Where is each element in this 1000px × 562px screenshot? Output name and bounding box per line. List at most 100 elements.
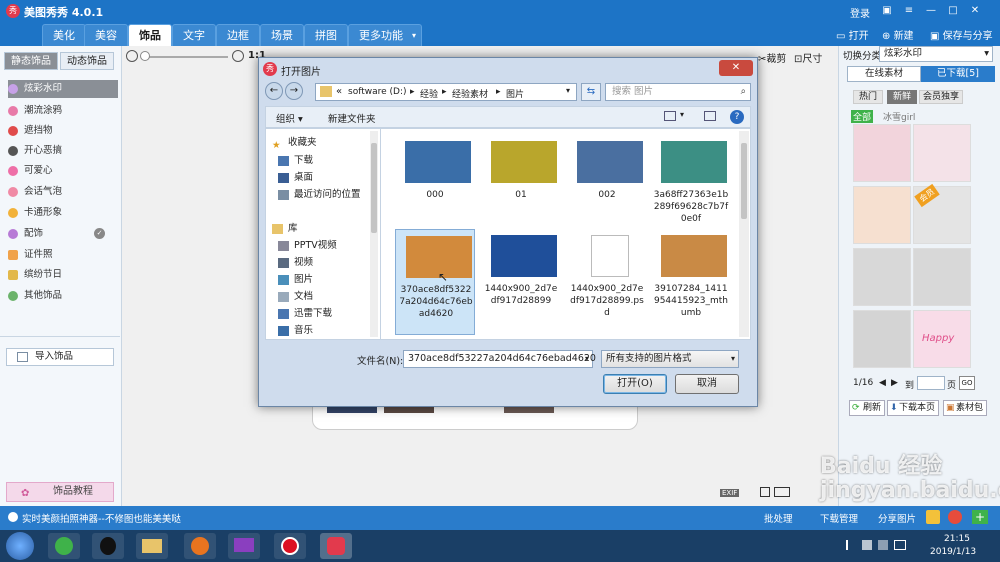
clock-time[interactable]: 21:15 xyxy=(944,534,970,544)
batch-process-button[interactable]: 批处理 xyxy=(764,511,793,525)
file-item[interactable]: 1440x900_2d7edf917d28899 xyxy=(481,229,561,335)
file-item[interactable]: 1440x900_2d7edf917d28899.psd xyxy=(567,229,647,335)
filter-hot[interactable]: 热门 xyxy=(853,90,883,104)
tab-text[interactable]: 文字 xyxy=(172,24,216,46)
nav-scrollbar[interactable] xyxy=(370,131,378,337)
compare-icon[interactable] xyxy=(760,487,770,497)
tab-more[interactable]: 更多功能 ▾ xyxy=(348,24,422,46)
organize-button[interactable]: 组织 ▾ xyxy=(276,111,303,125)
open-button-dialog[interactable]: 打开(O) xyxy=(603,374,667,394)
material-thumb[interactable] xyxy=(853,186,911,244)
decor-tutorial-button[interactable]: ✿ 饰品教程 xyxy=(6,482,114,502)
star-icon[interactable] xyxy=(926,510,940,524)
material-thumb[interactable]: 会员 xyxy=(913,183,971,244)
nav-pictures[interactable]: 图片 xyxy=(278,272,378,288)
close-icon[interactable]: ✕ xyxy=(966,4,984,18)
new-button[interactable]: ⊕ 新建 xyxy=(882,27,914,42)
search-input[interactable]: 搜索 图片 ⌕ xyxy=(605,83,751,101)
tab-collage[interactable]: 拼图 xyxy=(304,24,348,46)
material-thumb[interactable] xyxy=(913,124,971,182)
list-item-festival[interactable]: 缤纷节日 xyxy=(8,266,118,284)
download-manager-button[interactable]: 下载管理 xyxy=(820,511,858,525)
nav-xunlei[interactable]: 迅雷下载 xyxy=(278,306,378,322)
chevron-down-icon[interactable]: ▾ xyxy=(566,86,570,95)
cancel-button[interactable]: 取消 xyxy=(675,374,739,394)
breadcrumb-materials[interactable]: 经验素材 xyxy=(452,87,488,100)
nav-videos[interactable]: 视频 xyxy=(278,255,378,271)
maximize-icon[interactable]: □ xyxy=(944,4,962,18)
list-item-bubble[interactable]: 会话气泡 xyxy=(8,183,118,201)
zoom-in-icon[interactable] xyxy=(232,50,244,62)
category-select[interactable]: 炫彩水印 ▾ xyxy=(879,46,993,62)
flag-icon[interactable] xyxy=(862,540,872,550)
nav-desktop[interactable]: 桌面 xyxy=(278,170,378,186)
recorder-icon[interactable] xyxy=(274,533,306,559)
nav-library[interactable]: 库 xyxy=(272,221,372,237)
share-image-button[interactable]: 分享图片 xyxy=(878,511,916,525)
file-item[interactable]: 000 xyxy=(395,135,475,241)
zoom-out-icon[interactable] xyxy=(126,50,138,62)
network-icon[interactable] xyxy=(846,540,856,550)
menu-icon[interactable]: ≡ xyxy=(900,4,918,18)
list-item-funny[interactable]: 开心恶搞 xyxy=(8,142,118,160)
exif-badge[interactable]: EXIF xyxy=(720,489,740,497)
ime-icon[interactable] xyxy=(894,540,906,550)
chevron-down-icon[interactable]: ▾ xyxy=(585,351,589,367)
nav-music[interactable]: 音乐 xyxy=(278,323,378,339)
filter-vip[interactable]: 会员独享 xyxy=(919,90,963,104)
file-item-selected[interactable]: 370ace8df53227a204d64c76ebad4620 ↖ xyxy=(395,229,475,335)
list-item-accessory[interactable]: 配饰 ✓ xyxy=(8,225,118,243)
next-page-icon[interactable]: ▶ xyxy=(891,378,898,388)
breadcrumb-images[interactable]: 图片 xyxy=(506,87,524,100)
file-explorer-icon[interactable] xyxy=(136,533,168,559)
tab-online-material[interactable]: 在线素材 xyxy=(847,66,921,82)
filetype-select[interactable]: 所有支持的图片格式 ▾ xyxy=(601,350,739,368)
login-link[interactable]: 登录 xyxy=(850,5,870,20)
nav-documents[interactable]: 文档 xyxy=(278,289,378,305)
tab-face[interactable]: 美容 xyxy=(84,24,128,46)
filter-new[interactable]: 新鲜 xyxy=(887,90,917,104)
fit-screen-icon[interactable] xyxy=(774,487,790,497)
breadcrumb-experience[interactable]: 经验 xyxy=(420,87,438,100)
file-item[interactable]: 3a68ff27363e1b289f69628c7b7f0e0f xyxy=(651,135,731,241)
minimize-icon[interactable]: — xyxy=(922,4,940,18)
tab-frame[interactable]: 边框 xyxy=(216,24,260,46)
nav-pptv[interactable]: PPTV视频 xyxy=(278,238,378,254)
list-item-watermark[interactable]: 炫彩水印 xyxy=(8,80,118,98)
status-tip[interactable]: 实时美颜拍照神器--不修图也能美美哒 xyxy=(22,511,181,525)
new-folder-button[interactable]: 新建文件夹 xyxy=(328,111,376,125)
refresh-button[interactable]: ⟳ 刷新 xyxy=(849,400,885,416)
view-options-icon[interactable] xyxy=(664,111,676,121)
help-icon[interactable]: ? xyxy=(730,110,744,124)
file-item[interactable]: 01 xyxy=(481,135,561,241)
add-icon[interactable]: + xyxy=(972,510,988,524)
save-share-button[interactable]: ▣ 保存与分享 xyxy=(930,27,993,42)
list-item-idphoto[interactable]: 证件照 xyxy=(8,246,118,264)
go-button[interactable]: GO xyxy=(959,376,975,390)
material-thumb[interactable] xyxy=(853,310,911,368)
list-item-other[interactable]: 其他饰品 xyxy=(8,287,118,305)
zoom-slider[interactable] xyxy=(142,56,228,58)
overflow-chevron-icon[interactable]: « xyxy=(336,86,342,97)
page-input[interactable] xyxy=(917,376,945,390)
qq-icon[interactable] xyxy=(92,533,124,559)
nav-downloads[interactable]: 下载 xyxy=(278,153,378,169)
all-tag[interactable]: 全部 xyxy=(851,110,874,123)
tab-dynamic-decor[interactable]: 动态饰品 xyxy=(60,52,114,70)
tab-static-decor[interactable]: 静态饰品 xyxy=(4,52,58,70)
preview-pane-icon[interactable] xyxy=(704,111,716,121)
dialog-close-button[interactable]: ✕ xyxy=(719,60,753,76)
list-item-cartoon[interactable]: 卡通形象 xyxy=(8,204,118,222)
firefox-icon[interactable] xyxy=(184,533,216,559)
chevron-down-icon[interactable]: ▾ xyxy=(680,110,684,119)
clock-date[interactable]: 2019/1/13 xyxy=(930,547,976,557)
file-item[interactable]: 39107284_1411954415923_mthumb xyxy=(651,229,731,335)
material-pack-button[interactable]: ▣ 素材包 xyxy=(943,400,987,416)
start-button[interactable] xyxy=(6,532,34,560)
weibo-icon[interactable] xyxy=(948,510,962,524)
material-thumb[interactable]: Happy xyxy=(913,310,971,368)
breadcrumb-drive[interactable]: software (D:) xyxy=(348,87,407,97)
nav-recent[interactable]: 最近访问的位置 xyxy=(278,187,378,203)
material-thumb[interactable] xyxy=(853,248,911,306)
tab-decoration[interactable]: 饰品 xyxy=(128,24,172,46)
